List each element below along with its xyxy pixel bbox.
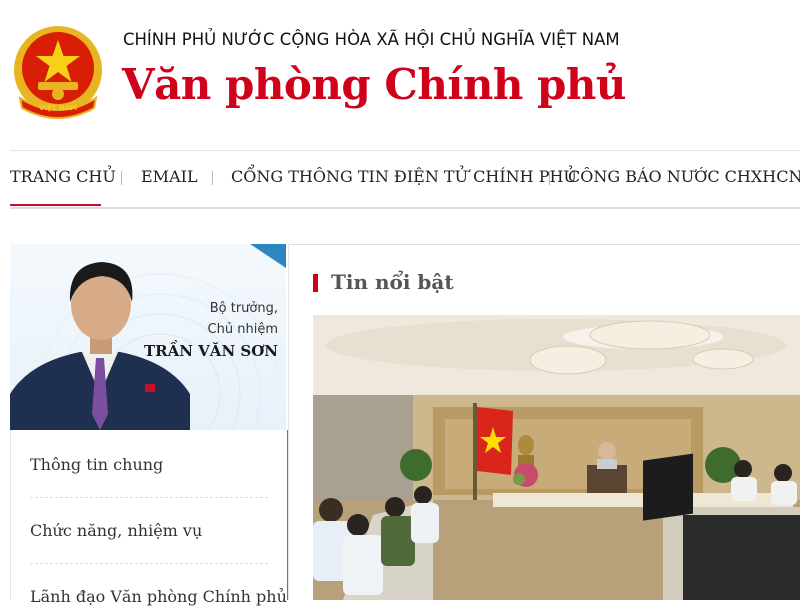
menu-item-functions-duties[interactable]: Chức năng, nhiệm vụ <box>30 521 268 540</box>
menu-item-general-info[interactable]: Thông tin chung <box>30 455 268 474</box>
left-menu: Thông tin chung Chức năng, nhiệm vụ Lãnh… <box>10 430 289 606</box>
nav-active-indicator <box>10 204 101 206</box>
panel-side-border <box>288 244 289 600</box>
section-marker <box>313 274 318 292</box>
nav-item-email[interactable]: EMAIL <box>141 167 198 186</box>
minister-card[interactable]: Bộ trưởng, Chủ nhiệm TRẦN VĂN SƠN <box>10 244 286 430</box>
minister-role: Bộ trưởng, Chủ nhiệm <box>208 298 278 340</box>
government-name: CHÍNH PHỦ NƯỚC CỘNG HÒA XÃ HỘI CHỦ NGHĨA… <box>123 30 620 49</box>
menu-divider <box>30 563 268 564</box>
featured-news-photo[interactable] <box>313 315 800 600</box>
panel-top-border <box>288 244 800 245</box>
featured-news-title[interactable]: Tin nổi bật <box>331 270 454 294</box>
main-nav: TRANG CHỦ EMAIL CỔNG THÔNG TIN ĐIỆN TỬ C… <box>10 150 800 209</box>
minister-role-line2: Chủ nhiệm <box>207 322 278 337</box>
nav-separator <box>212 171 213 185</box>
nav-separator <box>549 171 550 185</box>
nav-item-home[interactable]: TRANG CHỦ <box>10 167 116 186</box>
nav-separator <box>121 171 122 185</box>
card-corner-accent <box>250 244 286 268</box>
svg-text:VIỆT NAM: VIỆT NAM <box>39 103 77 112</box>
minister-name[interactable]: TRẦN VĂN SƠN <box>144 342 278 360</box>
minister-role-line1: Bộ trưởng, <box>209 301 278 316</box>
menu-divider <box>30 497 268 498</box>
office-name-title[interactable]: Văn phòng Chính phủ <box>122 60 626 109</box>
nav-item-official-gazette[interactable]: CÔNG BÁO NƯỚC CHXHCNVN <box>568 167 800 186</box>
nav-item-gov-portal[interactable]: CỔNG THÔNG TIN ĐIỆN TỬ CHÍNH PHỦ <box>231 167 577 186</box>
national-emblem-icon: VIỆT NAM <box>14 26 102 119</box>
minister-portrait <box>10 262 190 430</box>
menu-item-leadership[interactable]: Lãnh đạo Văn phòng Chính phủ <box>30 587 287 606</box>
